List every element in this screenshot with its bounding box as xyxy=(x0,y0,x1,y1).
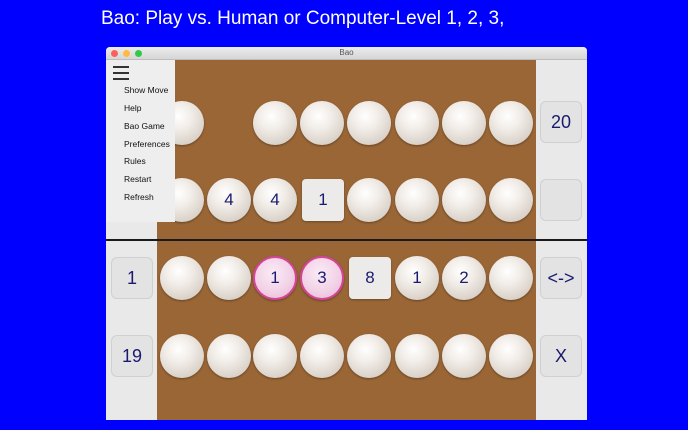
pit-r0-c4[interactable] xyxy=(347,101,391,145)
hamburger-menu-icon[interactable] xyxy=(113,66,129,80)
pit-r2-c3-highlighted[interactable]: 3 xyxy=(300,256,344,300)
pit-r0-c6[interactable] xyxy=(442,101,486,145)
pit-r1-c5[interactable] xyxy=(395,178,439,222)
menu-item-bao-game[interactable]: Bao Game xyxy=(124,121,165,131)
pit-r2-c6[interactable]: 2 xyxy=(442,256,486,300)
bao-window: Bao 4 4 1 1 3 8 1 2 20 <-> X 1 19 Show M… xyxy=(106,47,587,420)
pit-r0-c2[interactable] xyxy=(253,101,297,145)
pit-r0-c3[interactable] xyxy=(300,101,344,145)
pit-r3-c7[interactable] xyxy=(489,334,533,378)
menu-item-help[interactable]: Help xyxy=(124,103,141,113)
pit-r1-c1[interactable]: 4 xyxy=(207,178,251,222)
pit-r3-c1[interactable] xyxy=(207,334,251,378)
pit-r2-c7[interactable] xyxy=(489,256,533,300)
pit-r2-c5[interactable]: 1 xyxy=(395,256,439,300)
pit-r1-c2[interactable]: 4 xyxy=(253,178,297,222)
menu-item-preferences[interactable]: Preferences xyxy=(124,139,170,149)
menu-item-restart[interactable]: Restart xyxy=(124,174,151,184)
menu-item-rules[interactable]: Rules xyxy=(124,156,146,166)
pit-r3-c0[interactable] xyxy=(160,334,204,378)
banner-title: Bao: Play vs. Human or Computer-Level 1,… xyxy=(101,8,505,29)
pit-r0-c5[interactable] xyxy=(395,101,439,145)
pit-r1-c4[interactable] xyxy=(347,178,391,222)
opponent-side-box xyxy=(540,179,582,221)
pit-r2-c0[interactable] xyxy=(160,256,204,300)
swap-direction-button[interactable]: <-> xyxy=(540,257,582,299)
pit-r2-c2-highlighted[interactable]: 1 xyxy=(253,256,297,300)
pit-r3-c3[interactable] xyxy=(300,334,344,378)
cancel-button[interactable]: X xyxy=(540,335,582,377)
player-store-count: 19 xyxy=(111,335,153,377)
title-bar[interactable]: Bao xyxy=(106,47,587,60)
window-title: Bao xyxy=(339,48,354,57)
pit-r0-c7[interactable] xyxy=(489,101,533,145)
menu-item-refresh[interactable]: Refresh xyxy=(124,192,154,202)
pit-r3-c2[interactable] xyxy=(253,334,297,378)
side-menu: Show Move Help Bao Game Preferences Rule… xyxy=(106,60,175,222)
pit-r1-c6[interactable] xyxy=(442,178,486,222)
nyumba-square-bottom[interactable]: 8 xyxy=(349,257,391,299)
menu-item-show-move[interactable]: Show Move xyxy=(124,85,168,95)
nyumba-square-top[interactable]: 1 xyxy=(302,179,344,221)
board-divider xyxy=(106,239,587,241)
pit-r3-c6[interactable] xyxy=(442,334,486,378)
pit-r3-c4[interactable] xyxy=(347,334,391,378)
player-turn-box: 1 xyxy=(111,257,153,299)
pit-r2-c1[interactable] xyxy=(207,256,251,300)
pit-r1-c7[interactable] xyxy=(489,178,533,222)
pit-r3-c5[interactable] xyxy=(395,334,439,378)
opponent-store-count: 20 xyxy=(540,101,582,143)
